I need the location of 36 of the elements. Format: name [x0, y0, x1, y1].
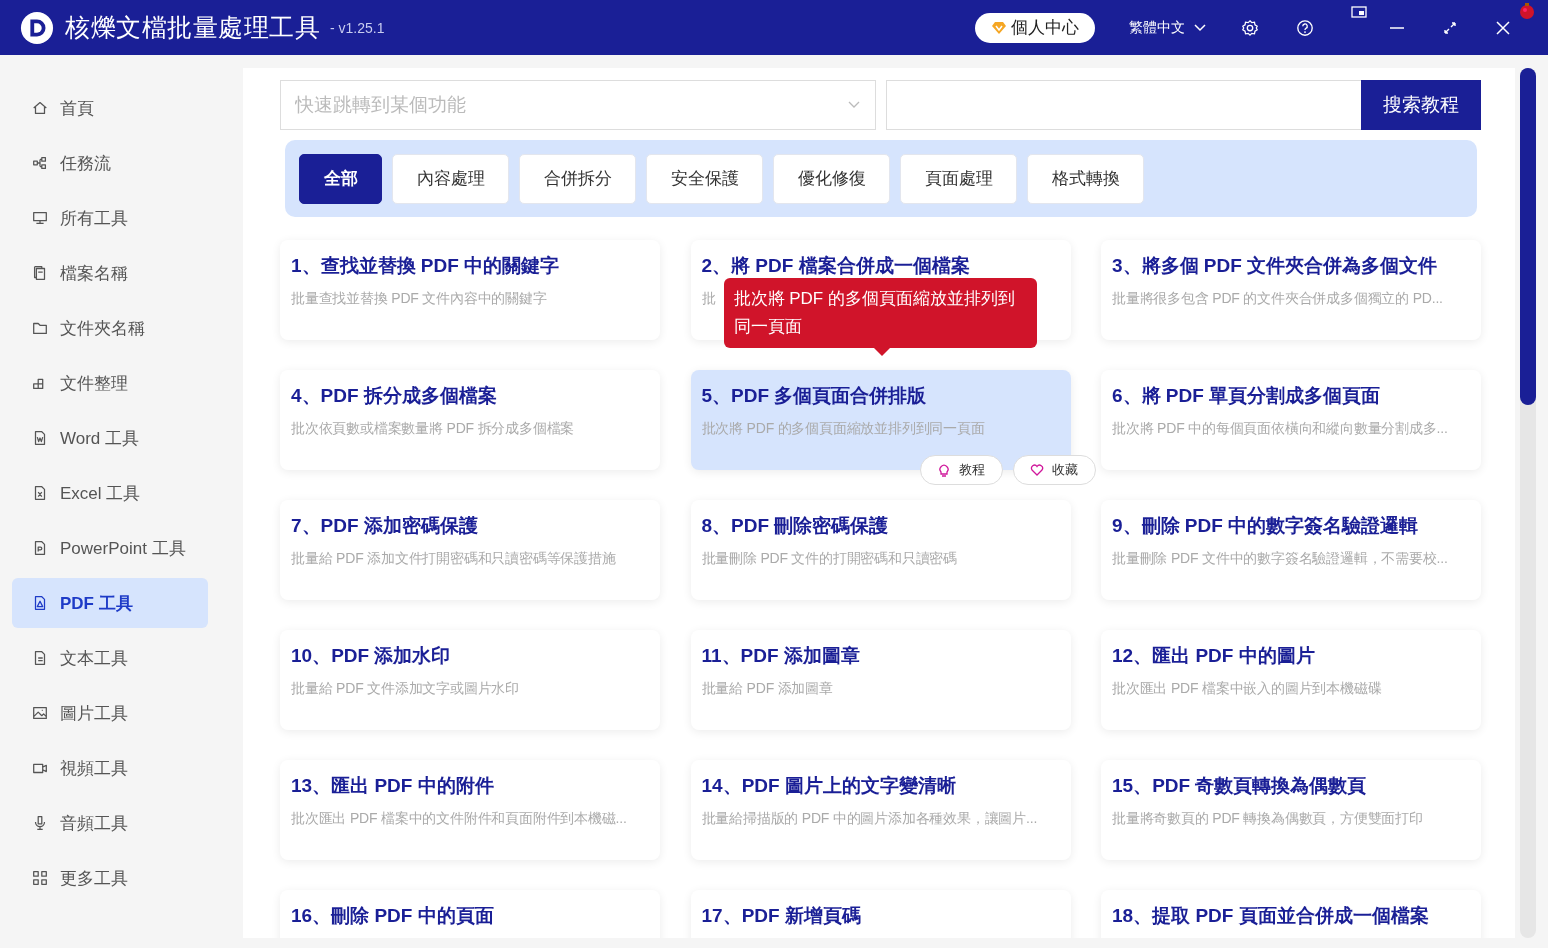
card-title: 11、PDF 添加圖章 — [701, 644, 861, 668]
card-description: 批次將 PDF 的多個頁面縮放並排列到同一頁面 — [701, 420, 985, 438]
card-description: 批量給 PDF 文件添加文字或圖片水印 — [291, 680, 519, 698]
card-description: 批量給 PDF 添加圖章 — [701, 680, 833, 698]
card-title: 3、將多個 PDF 文件夾合併為多個文件 — [1112, 254, 1439, 278]
card-title: 8、PDF 刪除密碼保護 — [701, 514, 890, 538]
card-title: 9、刪除 PDF 中的數字簽名驗證邏輯 — [1112, 514, 1420, 538]
card-description: 批量刪除 PDF 文件的打開密碼和只讀密碼 — [701, 550, 958, 568]
card-description: 批次將 PDF 中的每個頁面依橫向和縱向數量分割成多... — [1112, 420, 1448, 438]
card-description: 批量給 PDF 添加文件打開密碼和只讀密碼等保護措施 — [291, 550, 616, 568]
card-title: 17、PDF 新增頁碼 — [701, 904, 862, 928]
card-title: 14、PDF 圖片上的文字變清晰 — [701, 774, 957, 798]
card-description: 批量將很多包含 PDF 的文件夾合併成多個獨立的 PD... — [1112, 290, 1443, 308]
version-label: - v1.25.1 — [330, 19, 385, 36]
card-description: 批量給掃描版的 PDF 中的圖片添加各種效果，讓圖片... — [701, 810, 1038, 828]
card-title: 2、將 PDF 檔案合併成一個檔案 — [701, 254, 971, 278]
card-description: 批次匯出 PDF 檔案中嵌入的圖片到本機磁碟 — [1112, 680, 1382, 698]
tooltip: 批次將 PDF 的多個頁面縮放並排列到同一頁面 — [723, 278, 1037, 348]
card-description: 批量刪除 PDF 文件中的數字簽名驗證邏輯，不需要校... — [1112, 550, 1448, 568]
card-description: 批次匯出 PDF 檔案中的文件附件和頁面附件到本機磁... — [291, 810, 627, 828]
card-title: 13、匯出 PDF 中的附件 — [291, 774, 495, 798]
card-description: 批量查找並替換 PDF 文件內容中的關鍵字 — [291, 290, 547, 308]
card-description: 批次依頁數或檔案數量將 PDF 拆分成多個檔案 — [291, 420, 575, 438]
card-title: 6、將 PDF 單頁分割成多個頁面 — [1112, 384, 1382, 408]
card-description: 批 — [701, 290, 716, 308]
card-title: 18、提取 PDF 頁面並合併成一個檔案 — [1112, 904, 1430, 928]
card-title: 16、刪除 PDF 中的頁面 — [291, 904, 495, 928]
card-title: 12、匯出 PDF 中的圖片 — [1112, 644, 1316, 668]
card-title: 5、PDF 多個頁面合併排版 — [701, 384, 928, 408]
card-title: 4、PDF 拆分成多個檔案 — [291, 384, 498, 408]
card-title: 10、PDF 添加水印 — [291, 644, 452, 668]
card-title: 15、PDF 奇數頁轉換為偶數頁 — [1112, 774, 1368, 798]
card-title: 7、PDF 添加密碼保護 — [291, 514, 479, 538]
card-description: 批量將奇數頁的 PDF 轉換為偶數頁，方便雙面打印 — [1112, 810, 1423, 828]
card-title: 1、查找並替換 PDF 中的關鍵字 — [291, 254, 561, 278]
window-title: 核爍文檔批量處理工具 — [65, 12, 320, 43]
